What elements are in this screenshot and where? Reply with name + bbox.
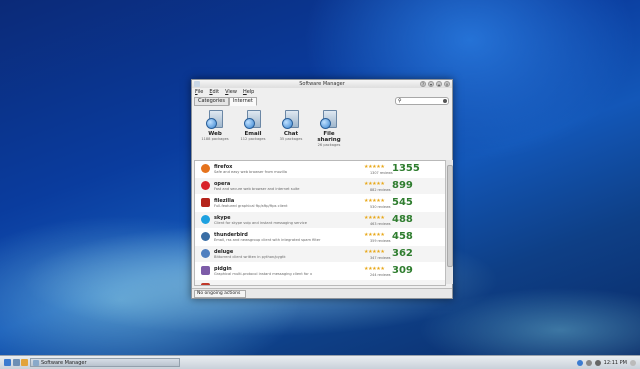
taskbar-task-software-manager[interactable]: Software Manager (30, 358, 180, 367)
list-item[interactable]: pidgin Graphical multi-protocol instant … (195, 263, 445, 279)
app-description: Bittorrent client written in python/pygt… (214, 255, 286, 259)
tray-expand-icon[interactable] (630, 359, 636, 366)
app-list: firefox Safe and easy web browser from m… (194, 160, 446, 286)
review-count: 882 reviews (370, 187, 391, 192)
category-name: File sharing (317, 131, 341, 143)
tab-internet[interactable]: Internet (228, 97, 257, 106)
review-count: 347 reviews (370, 255, 391, 260)
app-icon (194, 81, 200, 87)
review-count: 1307 reviews (370, 170, 393, 175)
firefox-icon (201, 164, 210, 173)
list-item[interactable]: thunderbird Email, rss and newsgroup cli… (195, 229, 445, 245)
list-scrollbar[interactable] (445, 160, 453, 284)
app-description: Fast and secure web browser and internet… (214, 187, 300, 191)
search-input[interactable] (404, 98, 440, 104)
app-description: Client for skype voip and instant messag… (214, 221, 307, 225)
list-item[interactable]: skype Client for skype voip and instant … (195, 212, 445, 228)
rating-stars: ★★★★★ (364, 266, 385, 272)
category-count: 112 packages (240, 137, 266, 141)
list-item[interactable]: deluge Bittorrent client written in pyth… (195, 246, 445, 262)
title-bar[interactable]: Software Manager ? ▾ ▴ × (192, 80, 452, 88)
rating-stars: ★★★★★ (364, 181, 385, 187)
tab-categories[interactable]: Categories (194, 97, 229, 106)
breadcrumb: Categories Internet (194, 97, 257, 106)
rating-stars: ★★★★★ (364, 198, 385, 204)
system-tray: 12:11 PM (576, 356, 636, 369)
app-description: Email, rss and newsgroup client with int… (214, 238, 321, 242)
software-manager-window: Software Manager ? ▾ ▴ × File Edit View … (191, 79, 453, 299)
search-field[interactable]: ⚲ (395, 97, 449, 105)
score: 1355 (392, 163, 420, 174)
status-bar: No ongoing actions (192, 288, 452, 298)
menu-launcher-icon[interactable] (4, 359, 11, 366)
score: 545 (392, 197, 413, 208)
category-count: 1188 packages (201, 137, 229, 141)
rating-stars: ★★★★★ (364, 215, 385, 221)
search-icon: ⚲ (398, 98, 402, 104)
rating-stars: ★★★★★ (364, 249, 385, 255)
app-description: Safe and easy web browser from mozilla (214, 170, 287, 174)
clear-icon[interactable] (443, 99, 447, 103)
deluge-icon (201, 249, 210, 258)
score: 309 (392, 265, 413, 276)
list-item[interactable]: filezilla Full-featured graphical ftp/sf… (195, 195, 445, 211)
score: 362 (392, 248, 413, 259)
rating-stars: ★★★★★ (364, 232, 385, 238)
category-file-sharing[interactable]: File sharing 26 packages (314, 106, 344, 151)
file-sharing-icon (320, 108, 338, 130)
chat-icon (282, 108, 300, 130)
score: 899 (392, 180, 413, 191)
rating-stars: ★★★★★ (364, 164, 385, 170)
menu-bar: File Edit View Help (192, 88, 452, 96)
list-item[interactable]: firefox Safe and easy web browser from m… (195, 161, 445, 177)
opera-icon (201, 181, 210, 190)
network-icon[interactable] (585, 359, 592, 366)
close-icon[interactable]: × (444, 81, 450, 87)
menu-edit[interactable]: Edit (209, 88, 219, 96)
ongoing-actions-button[interactable]: No ongoing actions (194, 290, 246, 298)
minimize-icon[interactable]: ▾ (428, 81, 434, 87)
review-count: 244 reviews (370, 272, 391, 277)
review-count: 463 reviews (370, 221, 391, 226)
category-web[interactable]: Web 1188 packages (200, 106, 230, 151)
review-count: 359 reviews (370, 238, 391, 243)
skype-icon (201, 215, 210, 224)
clock[interactable]: 12:11 PM (604, 360, 627, 366)
pidgin-icon (201, 266, 210, 275)
window-title: Software Manager (299, 81, 345, 87)
score: 488 (392, 214, 413, 225)
scrollbar-thumb[interactable] (447, 165, 453, 267)
help-icon[interactable]: ? (420, 81, 426, 87)
software-manager-icon (33, 360, 39, 366)
category-count: 26 packages (317, 143, 341, 147)
category-row: Web 1188 packages Email 112 packages Cha… (192, 106, 452, 151)
update-icon[interactable] (576, 359, 583, 366)
category-email[interactable]: Email 112 packages (238, 106, 268, 151)
menu-file[interactable]: File (195, 88, 203, 96)
score: 458 (392, 231, 413, 242)
app-description: Full-featured graphical ftp/sftp/ftps cl… (214, 204, 288, 208)
list-item-partial[interactable] (195, 280, 445, 285)
taskbar: Software Manager 12:11 PM (0, 355, 640, 369)
filezilla-icon (201, 198, 210, 207)
list-item[interactable]: opera Fast and secure web browser and in… (195, 178, 445, 194)
file-manager-icon[interactable] (21, 359, 28, 366)
volume-icon[interactable] (594, 359, 601, 366)
show-desktop-icon[interactable] (13, 359, 20, 366)
thunderbird-icon (201, 232, 210, 241)
menu-view[interactable]: View (225, 88, 237, 96)
category-chat[interactable]: Chat 35 packages (276, 106, 306, 151)
app-description: Graphical multi-protocol instant messagi… (214, 272, 313, 276)
review-count: 530 reviews (370, 204, 391, 209)
menu-help[interactable]: Help (243, 88, 254, 96)
web-globe-icon (206, 108, 224, 130)
category-count: 35 packages (279, 137, 303, 141)
task-label: Software Manager (41, 360, 87, 366)
toolbar: Categories Internet ⚲ (192, 96, 452, 106)
email-icon (244, 108, 262, 130)
app-icon (201, 283, 210, 285)
maximize-icon[interactable]: ▴ (436, 81, 442, 87)
